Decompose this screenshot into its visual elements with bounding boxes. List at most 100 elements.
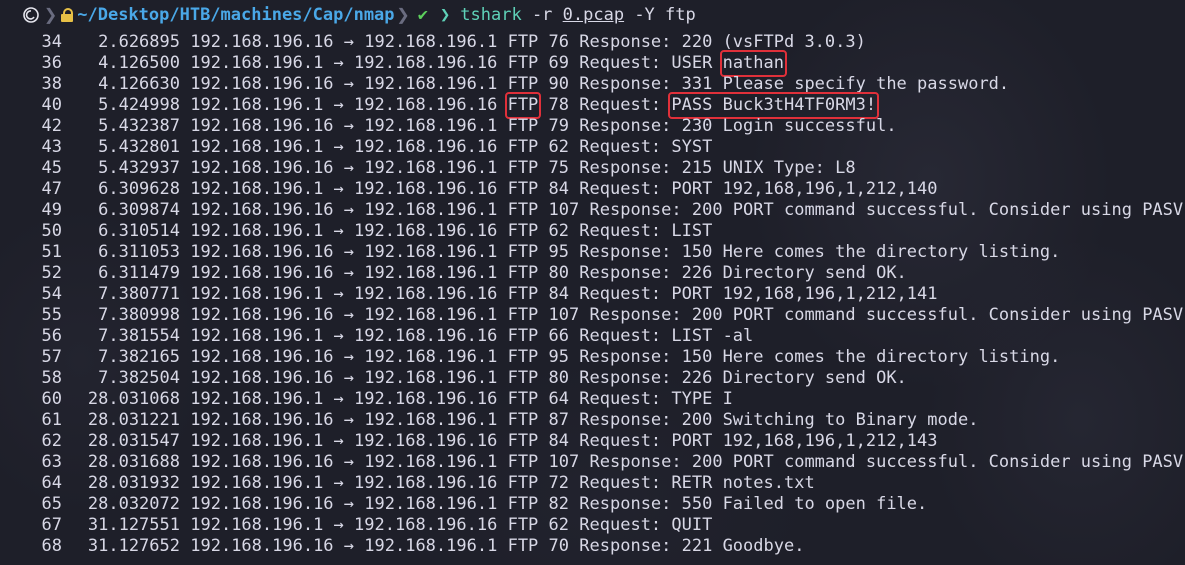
packet-row: 61 28.031221 192.168.196.16 → 192.168.196… <box>0 410 1185 431</box>
packet-row: 60 28.031068 192.168.196.1 → 192.168.196.… <box>0 389 1185 410</box>
packet-destination: 192.168.196.1 <box>364 200 498 220</box>
packet-row: 43 5.432801 192.168.196.1 → 192.168.196.1… <box>0 137 1185 158</box>
lock-icon <box>61 8 74 22</box>
packet-protocol: FTP <box>507 284 539 304</box>
packet-info: Response: 200 PORT command successful. C… <box>589 452 1185 472</box>
packet-source: 192.168.196.1 <box>190 137 324 157</box>
packet-destination: 192.168.196.16 <box>354 221 498 241</box>
packet-info: Request: USER <box>579 53 723 73</box>
packet-length: 90 <box>548 74 570 94</box>
packet-length: 95 <box>548 242 570 262</box>
packet-time: 7.380771 <box>98 284 180 304</box>
packet-row: 62 28.031547 192.168.196.1 → 192.168.196.… <box>0 431 1185 452</box>
packet-time: 4.126630 <box>98 74 180 94</box>
packet-destination: 192.168.196.1 <box>364 116 498 136</box>
tshark-output: 34 2.626895 192.168.196.16 → 192.168.196.… <box>0 32 1185 557</box>
packet-info: Response: 200 PORT command successful. C… <box>589 200 1185 220</box>
packet-source: 192.168.196.16 <box>190 242 334 262</box>
packet-protocol: FTP <box>507 452 539 472</box>
packet-protocol: FTP <box>507 53 539 73</box>
packet-row: 68 31.127652 192.168.196.16 → 192.168.196… <box>0 536 1185 557</box>
packet-time: 28.031688 <box>87 452 180 472</box>
packet-destination: 192.168.196.1 <box>364 242 498 262</box>
packet-protocol: FTP <box>507 116 539 136</box>
packet-number: 58 <box>41 368 62 388</box>
packet-length: 75 <box>548 158 570 178</box>
packet-destination: 192.168.196.1 <box>364 347 498 367</box>
packet-length: 70 <box>548 536 570 556</box>
packet-source: 192.168.196.1 <box>190 95 324 115</box>
packet-source: 192.168.196.1 <box>190 389 324 409</box>
terminal-window[interactable]: ❯ ~/Desktop/HTB/machines/Cap/nmap ❯ ✔ ❯ … <box>0 0 1185 565</box>
packet-info: Request: QUIT <box>579 515 713 535</box>
packet-row: 50 6.310514 192.168.196.1 → 192.168.196.1… <box>0 221 1185 242</box>
packet-number: 52 <box>41 263 62 283</box>
packet-length: 107 <box>548 305 580 325</box>
packet-destination: 192.168.196.16 <box>354 473 498 493</box>
packet-length: 84 <box>548 284 570 304</box>
packet-number: 60 <box>41 389 62 409</box>
packet-length: 64 <box>548 389 570 409</box>
packet-number: 50 <box>41 221 62 241</box>
packet-number: 36 <box>41 53 62 73</box>
highlighted-credential: PASS Buck3tH4TF0RM3! <box>668 92 880 119</box>
packet-protocol: FTP <box>507 74 539 94</box>
packet-row: 55 7.380998 192.168.196.16 → 192.168.196.… <box>0 305 1185 326</box>
packet-time: 7.381554 <box>98 326 180 346</box>
packet-protocol: FTP <box>507 494 539 514</box>
packet-info: Request: SYST <box>579 137 713 157</box>
packet-destination: 192.168.196.1 <box>364 158 498 178</box>
prompt-separator-icon: ❯ <box>44 2 58 28</box>
packet-number: 43 <box>41 137 62 157</box>
packet-source: 192.168.196.16 <box>190 494 334 514</box>
packet-time: 7.382165 <box>98 347 180 367</box>
packet-length: 62 <box>548 137 570 157</box>
packet-length: 95 <box>548 347 570 367</box>
packet-destination: 192.168.196.1 <box>364 410 498 430</box>
packet-info: Response: 215 UNIX Type: L8 <box>579 158 856 178</box>
packet-row: 47 6.309628 192.168.196.1 → 192.168.196.1… <box>0 179 1185 200</box>
packet-number: 61 <box>41 410 62 430</box>
packet-info: Request: PORT 192,168,196,1,212,143 <box>579 431 938 451</box>
packet-number: 54 <box>41 284 62 304</box>
packet-protocol: FTP <box>507 431 539 451</box>
check-icon: ✔ <box>417 5 429 25</box>
packet-source: 192.168.196.16 <box>190 368 334 388</box>
packet-number: 51 <box>41 242 62 262</box>
packet-length: 66 <box>548 326 570 346</box>
packet-number: 45 <box>41 158 62 178</box>
packet-destination: 192.168.196.16 <box>354 284 498 304</box>
packet-length: 78 <box>548 95 570 115</box>
packet-time: 7.382504 <box>98 368 180 388</box>
packet-time: 5.432937 <box>98 158 180 178</box>
command-filter-arg: -Y ftp <box>624 5 696 25</box>
packet-info: Response: 331 Please specify the passwor… <box>579 74 1010 94</box>
packet-info: Request: LIST <box>579 221 713 241</box>
packet-protocol: FTP <box>507 137 539 157</box>
packet-length: 80 <box>548 263 570 283</box>
packet-info: Response: 150 Here comes the directory l… <box>579 242 1061 262</box>
packet-source: 192.168.196.16 <box>190 452 334 472</box>
packet-length: 107 <box>548 452 580 472</box>
packet-info: Response: 230 Login successful. <box>579 116 897 136</box>
packet-row: 63 28.031688 192.168.196.16 → 192.168.196… <box>0 452 1185 473</box>
packet-destination: 192.168.196.16 <box>354 389 498 409</box>
packet-time: 28.031932 <box>87 473 180 493</box>
packet-source: 192.168.196.16 <box>190 200 334 220</box>
packet-protocol: FTP <box>507 263 539 283</box>
packet-info: Response: 226 Directory send OK. <box>579 368 907 388</box>
packet-info: Response: 550 Failed to open file. <box>579 494 928 514</box>
packet-number: 38 <box>41 74 62 94</box>
packet-length: 82 <box>548 494 570 514</box>
packet-time: 7.380998 <box>98 305 180 325</box>
packet-number: 40 <box>41 95 62 115</box>
packet-time: 28.031547 <box>87 431 180 451</box>
packet-time: 6.311053 <box>98 242 180 262</box>
packet-source: 192.168.196.16 <box>190 158 334 178</box>
packet-row: 45 5.432937 192.168.196.16 → 192.168.196.… <box>0 158 1185 179</box>
packet-length: 107 <box>548 200 580 220</box>
packet-row: 36 4.126500 192.168.196.1 → 192.168.196.1… <box>0 50 1185 77</box>
prompt-arrow-icon: ❯ <box>440 5 451 25</box>
packet-row: 58 7.382504 192.168.196.16 → 192.168.196.… <box>0 368 1185 389</box>
highlighted-credential: nathan <box>719 50 788 77</box>
